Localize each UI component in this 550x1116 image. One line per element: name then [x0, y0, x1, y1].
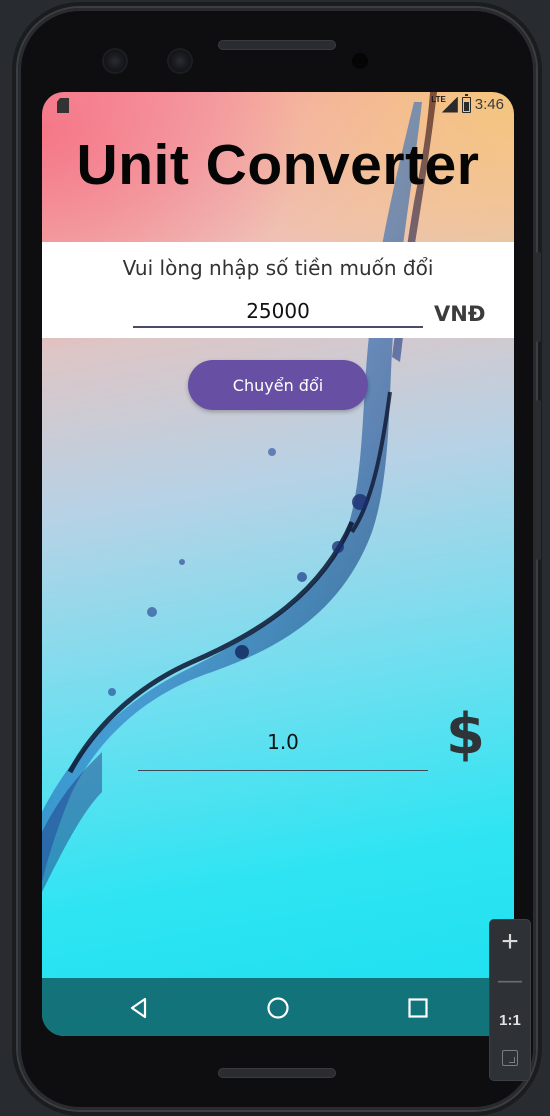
power-button [536, 252, 541, 342]
sd-card-icon [57, 98, 69, 113]
fit-screen-button[interactable] [490, 1038, 530, 1078]
app-title: Unit Converter [76, 133, 480, 197]
status-indicators: LTE 3:46 [423, 93, 504, 113]
battery-icon [461, 93, 471, 113]
network-type-label: LTE [431, 95, 446, 104]
home-icon[interactable] [265, 995, 291, 1021]
status-time: 3:46 [474, 96, 504, 113]
input-panel: Vui lòng nhập số tiền muốn đổi VNĐ [42, 242, 514, 338]
app-screen: LTE 3:46 Unit Converter Vui lòng nhập số… [42, 92, 514, 1036]
fit-screen-icon [502, 1050, 518, 1066]
zoom-in-button[interactable]: + [490, 922, 530, 962]
emulator-zoom-panel: + — 1:1 [490, 920, 530, 1080]
proximity-sensor [352, 53, 368, 69]
vnd-amount-input[interactable] [133, 296, 423, 328]
front-camera-left [104, 50, 126, 72]
water-splash-background [42, 92, 437, 892]
amount-prompt: Vui lòng nhập số tiền muốn đổi [122, 256, 434, 280]
navigation-bar [42, 978, 514, 1036]
convert-button[interactable]: Chuyển đổi [188, 360, 368, 410]
actual-size-button[interactable]: 1:1 [490, 1000, 530, 1040]
volume-button [536, 400, 541, 560]
usd-unit-label: $ [446, 702, 485, 767]
status-bar: LTE 3:46 [42, 92, 514, 118]
back-icon[interactable] [126, 995, 152, 1021]
bottom-speaker [218, 1068, 336, 1078]
zoom-out-button[interactable]: — [490, 961, 530, 1001]
vnd-unit-label: VNĐ [434, 302, 486, 326]
recents-icon[interactable] [405, 995, 431, 1021]
front-camera-right [169, 50, 191, 72]
top-speaker [218, 40, 336, 50]
usd-result-field[interactable] [138, 714, 428, 771]
